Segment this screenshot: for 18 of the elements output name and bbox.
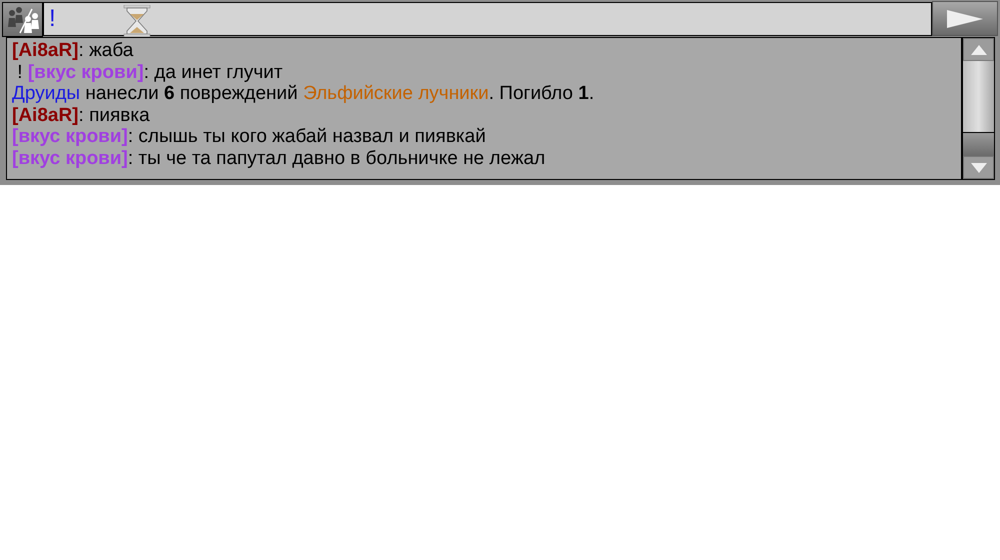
play-arrow-icon: [946, 8, 984, 28]
chat-message: Друиды нанесли 6 повреждений Эльфийские лучники. Погибло 1.: [12, 83, 594, 104]
chat-message: ! [вкус крови]: да инет глучит: [16, 62, 283, 83]
chat-message: [вкус крови]: слышь ты кого жабай назвал и пиявкай: [12, 126, 486, 148]
down-triangle-icon: [970, 162, 986, 172]
scroll-thumb[interactable]: [963, 132, 994, 156]
chat-message: [Ai8aR]: жаба: [12, 40, 134, 62]
people-icon: [6, 4, 40, 34]
chat-input-field[interactable]: !: [43, 2, 932, 36]
chat-message: [вкус крови]: ты че та папутал давно в больничке не лежал: [12, 148, 546, 169]
scroll-down-button[interactable]: [963, 156, 994, 179]
send-button[interactable]: [932, 1, 998, 36]
up-triangle-icon: [970, 44, 986, 54]
scroll-up-button[interactable]: [963, 38, 994, 61]
scrollbar[interactable]: [962, 37, 995, 180]
hourglass-cursor-icon: [123, 5, 151, 37]
chat-message: [Ai8aR]: пиявка: [12, 104, 150, 126]
people-toggle-button[interactable]: [2, 2, 43, 37]
